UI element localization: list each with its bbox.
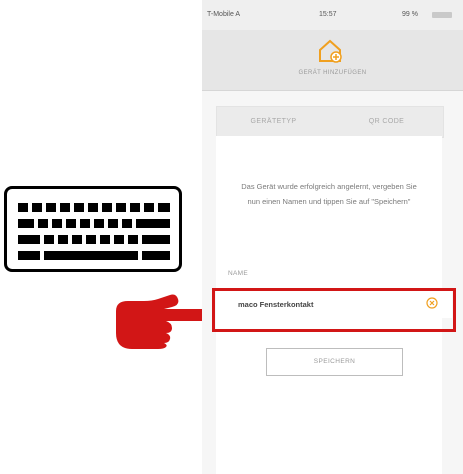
keyboard-row	[7, 235, 179, 244]
battery-percentage: 99 %	[402, 11, 418, 18]
save-button[interactable]: SPEICHERN	[266, 348, 403, 376]
clock: 15:57	[319, 11, 337, 18]
keyboard-row	[7, 251, 179, 260]
keyboard-icon	[4, 186, 182, 272]
status-bar: T-Mobile A 15:57 99 %	[202, 0, 463, 30]
highlight-box	[212, 288, 456, 332]
page-title: GERÄT HINZUFÜGEN	[298, 70, 367, 76]
carrier-label: T-Mobile A	[207, 11, 241, 18]
phone-screen: T-Mobile A 15:57 99 % GERÄT HINZUFÜGEN G…	[202, 0, 463, 474]
tab-qr-code[interactable]: QR CODE	[330, 107, 443, 137]
name-label: NAME	[228, 270, 248, 277]
pointing-hand-icon	[116, 294, 212, 349]
keyboard-row	[7, 203, 179, 212]
nav-header: GERÄT HINZUFÜGEN	[202, 30, 463, 91]
tab-bar: GERÄTETYP QR CODE	[216, 106, 444, 138]
battery-icon	[432, 12, 452, 18]
success-message: Das Gerät wurde erfolgreich angelernt, v…	[241, 182, 417, 206]
tab-device-type[interactable]: GERÄTETYP	[217, 107, 330, 137]
add-device-icon	[319, 39, 342, 63]
keyboard-row	[7, 219, 179, 228]
